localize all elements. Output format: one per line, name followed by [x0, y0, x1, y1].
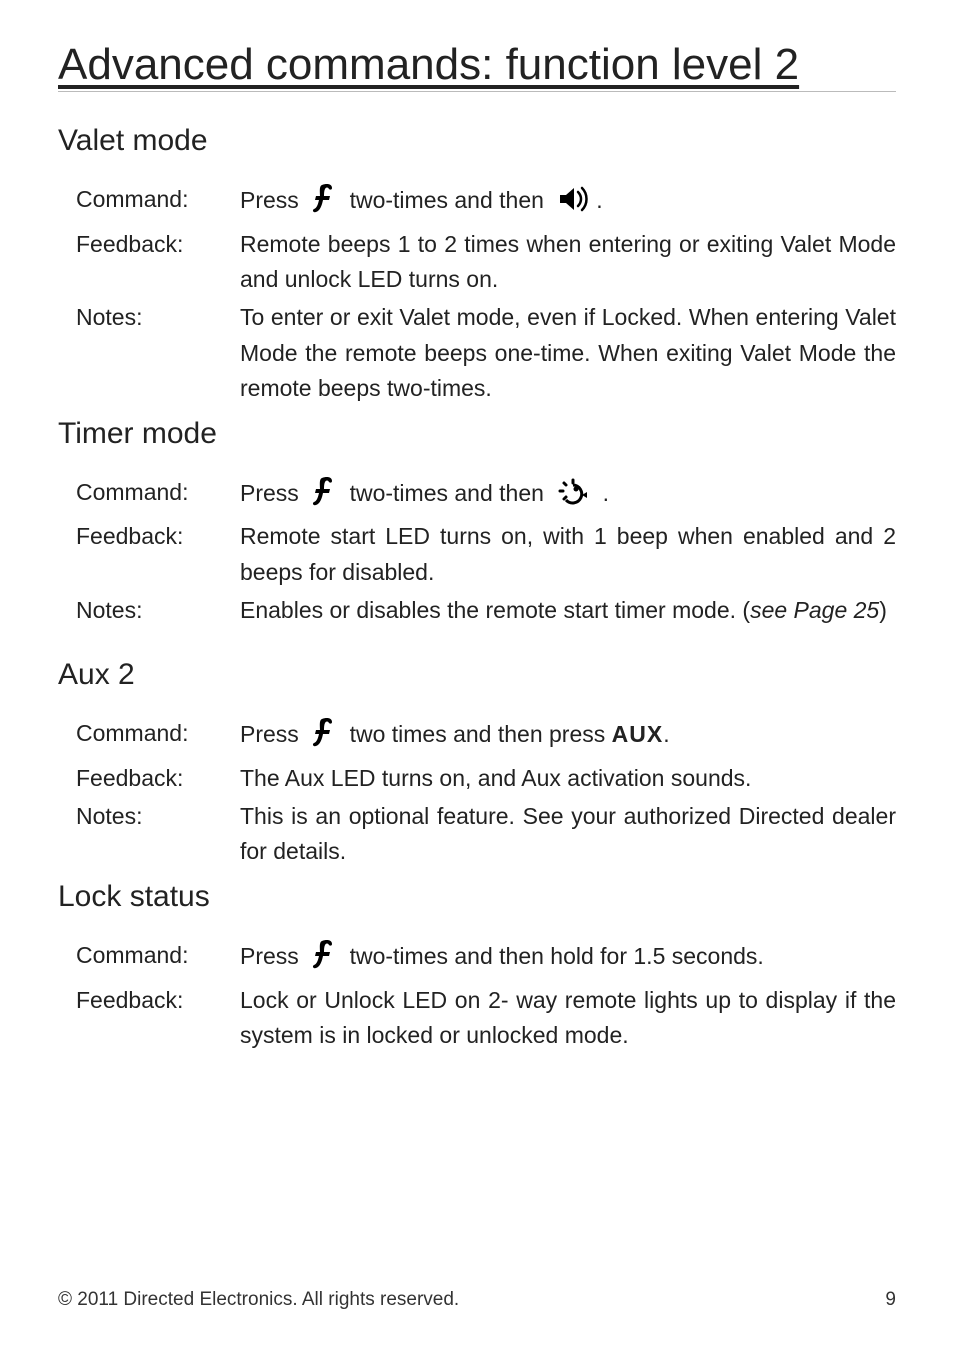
- body-command: Press two times and then press AUX.: [240, 716, 896, 759]
- function-icon: [311, 182, 337, 225]
- label-feedback: Feedback:: [76, 983, 236, 1054]
- sound-icon: [556, 184, 590, 225]
- function-icon: [311, 938, 337, 981]
- body-feedback: Remote start LED turns on, with 1 beep w…: [240, 519, 896, 590]
- body-feedback: Remote beeps 1 to 2 times when entering …: [240, 227, 896, 298]
- body-notes: This is an optional feature. See your au…: [240, 799, 896, 870]
- label-notes: Notes:: [76, 799, 236, 870]
- dial-icon: [556, 477, 590, 518]
- label-feedback: Feedback:: [76, 519, 236, 590]
- label-feedback: Feedback:: [76, 761, 236, 797]
- label-notes: Notes:: [76, 300, 236, 407]
- section-aux-2: Aux 2 Command: Press two times and then …: [58, 658, 896, 870]
- body-command: Press two-times and then .: [240, 182, 896, 225]
- label-command: Command:: [76, 475, 236, 518]
- body-command: Press two-times and then .: [240, 475, 896, 518]
- label-command: Command:: [76, 716, 236, 759]
- label-notes: Notes:: [76, 593, 236, 629]
- body-notes: Enables or disables the remote start tim…: [240, 593, 896, 629]
- section-timer-mode: Timer mode Command: Press two-times and …: [58, 417, 896, 629]
- footer: © 2011 Directed Electronics. All rights …: [58, 1289, 896, 1311]
- label-command: Command:: [76, 938, 236, 981]
- section-valet-mode: Valet mode Command: Press two-times and …: [58, 124, 896, 407]
- page-title: Advanced commands: function level 2: [58, 40, 896, 96]
- body-feedback: The Aux LED turns on, and Aux activation…: [240, 761, 896, 797]
- heading-lock-status: Lock status: [58, 880, 896, 914]
- heading-timer-mode: Timer mode: [58, 417, 896, 451]
- page-number: 9: [885, 1289, 896, 1311]
- label-command: Command:: [76, 182, 236, 225]
- label-feedback: Feedback:: [76, 227, 236, 298]
- body-notes: To enter or exit Valet mode, even if Loc…: [240, 300, 896, 407]
- copyright: © 2011 Directed Electronics. All rights …: [58, 1289, 459, 1311]
- page: Advanced commands: function level 2 Vale…: [0, 0, 954, 1359]
- body-command: Press two-times and then hold for 1.5 se…: [240, 938, 896, 981]
- section-lock-status: Lock status Command: Press two-times and…: [58, 880, 896, 1054]
- body-feedback: Lock or Unlock LED on 2- way remote ligh…: [240, 983, 896, 1054]
- heading-valet-mode: Valet mode: [58, 124, 896, 158]
- heading-aux-2: Aux 2: [58, 658, 896, 692]
- function-icon: [311, 475, 337, 518]
- function-icon: [311, 716, 337, 759]
